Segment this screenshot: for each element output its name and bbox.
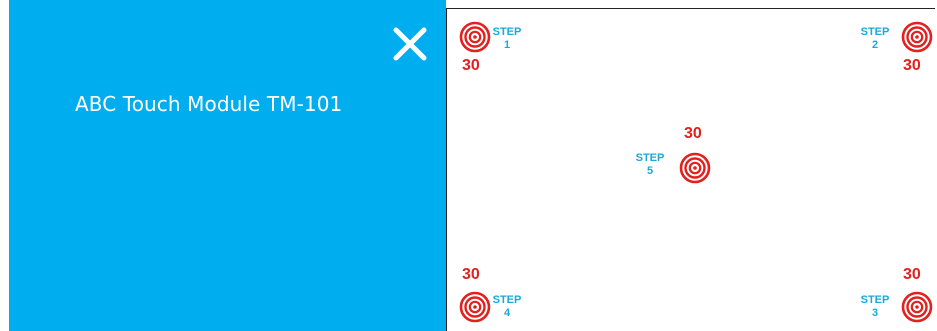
info-panel: ABC Touch Module TM-101 (9, 0, 446, 331)
touch-target-step-5[interactable] (679, 152, 711, 184)
touch-target-step-3[interactable] (901, 291, 933, 323)
tap-count-3: 30 (903, 266, 921, 283)
step-number: 1 (503, 39, 511, 51)
tap-count-2: 30 (903, 57, 921, 74)
step-label-4: STEP 4 (485, 294, 529, 320)
step-word: STEP (492, 294, 522, 306)
bullseye-icon (679, 152, 711, 184)
close-button[interactable] (392, 26, 428, 62)
calibration-area: STEP 1 30 STEP 2 30 30 STEP 5 30 STEP 4 … (446, 8, 935, 331)
tap-count-1: 30 (462, 57, 480, 74)
step-number: 2 (871, 39, 879, 51)
close-icon (393, 27, 427, 61)
step-label-1: STEP 1 (485, 26, 529, 52)
step-word: STEP (492, 26, 522, 38)
step-number: 3 (871, 307, 879, 319)
touch-target-step-2[interactable] (901, 21, 933, 53)
step-label-3: STEP 3 (853, 294, 897, 320)
tap-count-4: 30 (462, 266, 480, 283)
step-word: STEP (860, 26, 890, 38)
step-label-2: STEP 2 (853, 26, 897, 52)
bullseye-icon (901, 21, 933, 53)
step-number: 4 (503, 307, 511, 319)
step-word: STEP (860, 294, 890, 306)
step-label-5: STEP 5 (628, 152, 672, 178)
step-word: STEP (635, 152, 665, 164)
tap-count-5: 30 (684, 125, 702, 142)
bullseye-icon (901, 291, 933, 323)
module-title: ABC Touch Module TM-101 (75, 92, 343, 116)
step-number: 5 (646, 165, 654, 177)
